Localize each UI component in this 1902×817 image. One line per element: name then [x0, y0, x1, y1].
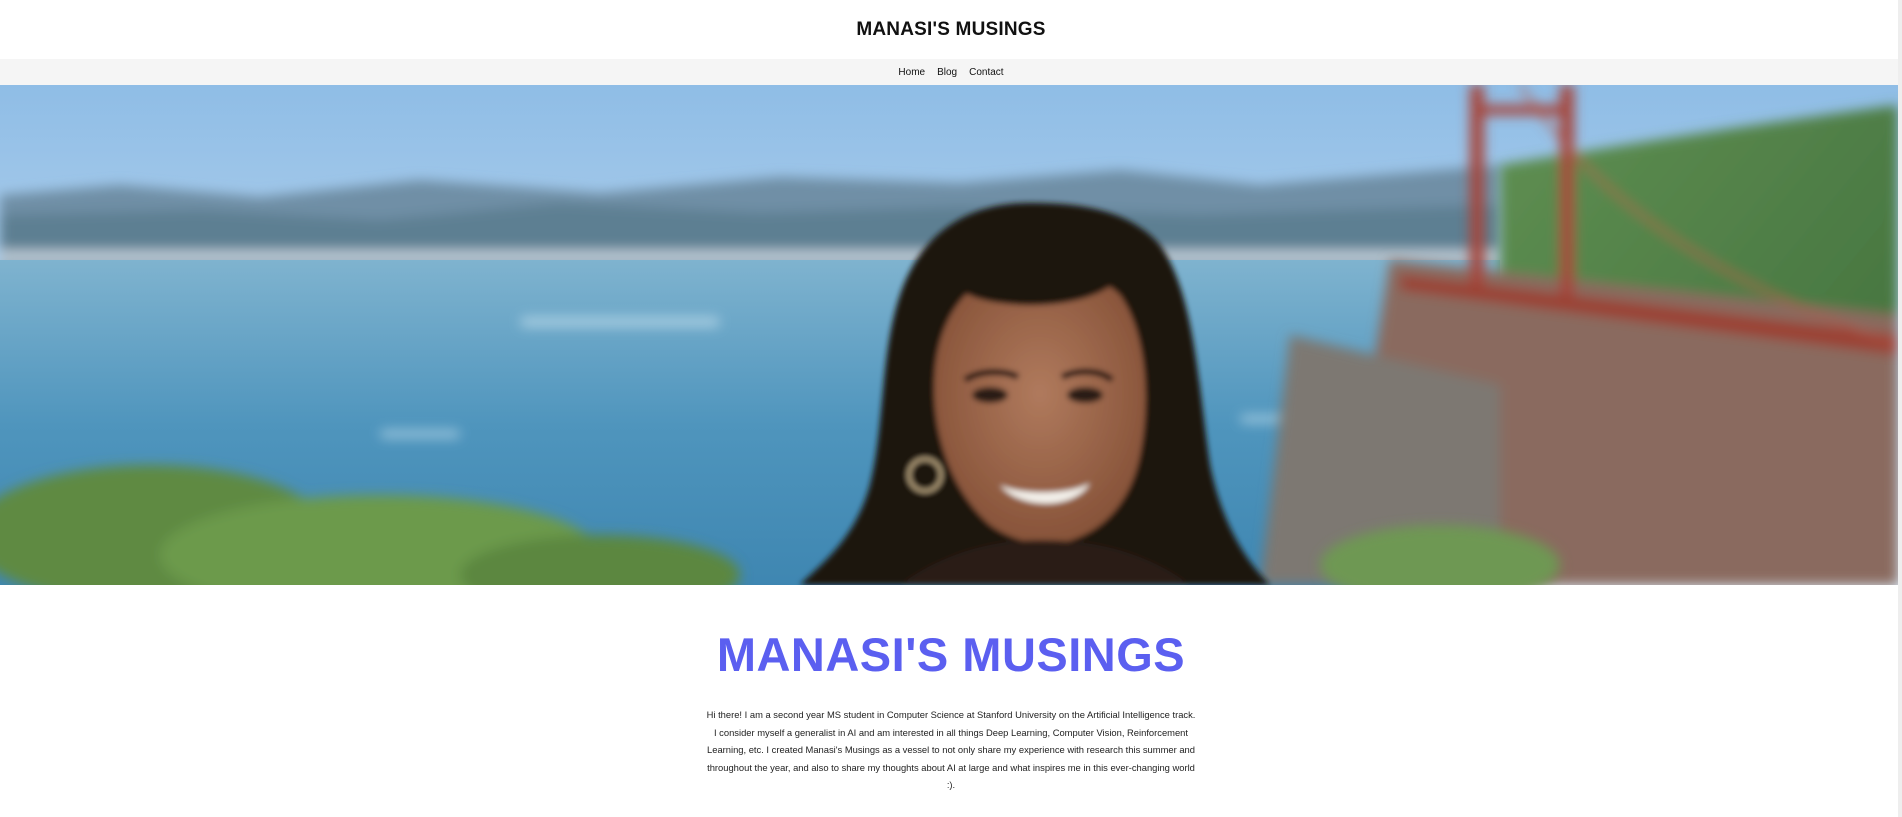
site-header: MANASI'S MUSINGS	[0, 0, 1902, 59]
nav-link-contact[interactable]: Contact	[969, 67, 1003, 78]
scrollbar[interactable]	[1898, 0, 1902, 817]
bio-paragraph: Hi there! I am a second year MS student …	[706, 709, 1196, 791]
page-title: MANASI'S MUSINGS	[716, 628, 1186, 681]
hero-photo	[0, 85, 1898, 585]
hero-image	[0, 85, 1898, 585]
site-title[interactable]: MANASI'S MUSINGS	[856, 19, 1045, 41]
main-content: MANASI'S MUSINGS Hi there! I am a second…	[0, 585, 1902, 794]
navbar: Home Blog Contact	[0, 59, 1902, 85]
nav-link-blog[interactable]: Blog	[937, 67, 957, 78]
page: MANASI'S MUSINGS Home Blog Contact MANAS…	[0, 0, 1902, 817]
nav-link-home[interactable]: Home	[898, 67, 925, 78]
